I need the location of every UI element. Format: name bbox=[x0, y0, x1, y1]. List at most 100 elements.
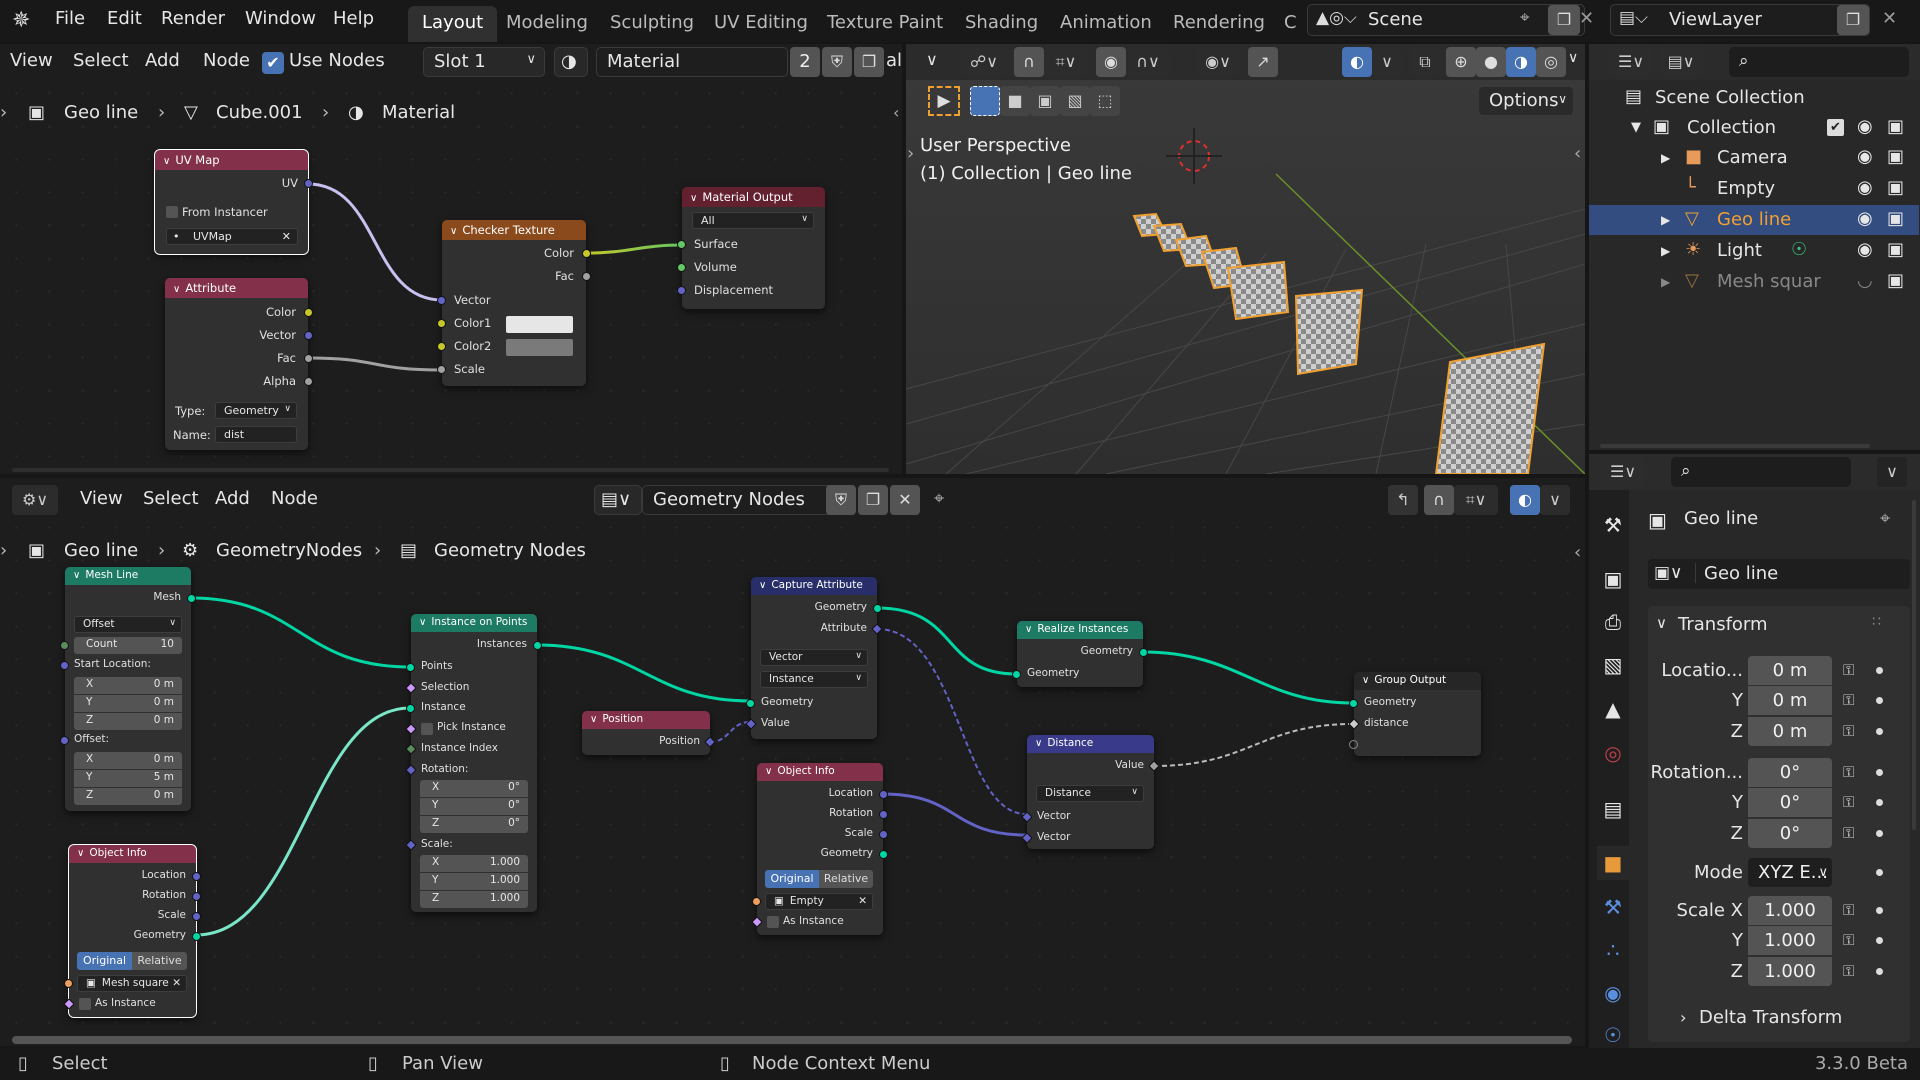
offset-x-field[interactable]: X 0 m bbox=[74, 752, 182, 769]
location-z-field[interactable]: 0 m bbox=[1748, 717, 1832, 746]
collapse-chevron-icon[interactable]: ∨ bbox=[590, 714, 597, 725]
scale-x-field[interactable]: 1.000 bbox=[1748, 896, 1832, 925]
lock-rotation-x-icon[interactable]: ⚿ bbox=[1843, 763, 1854, 781]
collapse-chevron-icon[interactable]: ∨ bbox=[1025, 624, 1032, 635]
socket-geometry-out-dot[interactable] bbox=[1139, 648, 1148, 657]
keyframe-dot-icon[interactable] bbox=[1876, 968, 1883, 975]
view-layer-tab-icon[interactable]: ▧ bbox=[1597, 648, 1629, 682]
socket-geometry-dot[interactable] bbox=[192, 932, 201, 941]
keyframe-dot-icon[interactable] bbox=[1876, 869, 1883, 876]
socket-geometry-out-dot[interactable] bbox=[873, 604, 882, 613]
node-header[interactable]: ∨ Object Info bbox=[757, 763, 883, 781]
properties-search[interactable]: ⌕ bbox=[1671, 457, 1851, 487]
socket-count-dot[interactable] bbox=[60, 641, 69, 650]
collapse-chevron-icon[interactable]: ∨ bbox=[77, 848, 84, 859]
socket-offset-dot[interactable] bbox=[60, 736, 69, 745]
node-position[interactable]: ∨ Position Position bbox=[582, 711, 716, 755]
keyframe-dot-icon[interactable] bbox=[1876, 799, 1883, 806]
socket-object-dot[interactable] bbox=[64, 979, 73, 988]
object-browse-icon[interactable]: ▣∨ bbox=[1654, 563, 1696, 583]
rotation-x-field[interactable]: X 0° bbox=[420, 780, 528, 797]
socket-points-dot[interactable] bbox=[406, 663, 415, 672]
as-instance-checkbox[interactable] bbox=[79, 998, 91, 1010]
socket-geometry-dot[interactable] bbox=[879, 850, 888, 859]
panel-collapse-icon[interactable]: ∨ bbox=[1656, 614, 1667, 632]
keyframe-dot-icon[interactable] bbox=[1876, 769, 1883, 776]
physics-tab-icon[interactable]: ◉ bbox=[1597, 976, 1629, 1010]
start-y-field[interactable]: Y 0 m bbox=[74, 695, 182, 712]
clear-x-icon[interactable]: ✕ bbox=[858, 895, 867, 907]
node-capture-attribute[interactable]: ∨ Capture Attribute Geometry Attribute Ve… bbox=[745, 577, 883, 739]
lock-location-x-icon[interactable]: ⚿ bbox=[1843, 661, 1854, 679]
socket-mesh-dot[interactable] bbox=[187, 594, 196, 603]
node-instance-on-points[interactable]: ∨ Instance on Points Instances Points Sel… bbox=[405, 614, 542, 912]
lock-location-y-icon[interactable]: ⚿ bbox=[1843, 691, 1854, 709]
keyframe-dot-icon[interactable] bbox=[1876, 937, 1883, 944]
keyframe-dot-icon[interactable] bbox=[1876, 907, 1883, 914]
node-header[interactable]: ∨ Object Info bbox=[69, 845, 196, 863]
socket-location-dot[interactable] bbox=[879, 790, 888, 799]
socket-geometry-dot[interactable] bbox=[1349, 699, 1358, 708]
collapse-chevron-icon[interactable]: ∨ bbox=[1362, 675, 1369, 686]
collapse-chevron-icon[interactable]: ∨ bbox=[419, 617, 426, 628]
rotation-z-field[interactable]: Z 0° bbox=[420, 816, 528, 833]
collapse-chevron-icon[interactable]: ∨ bbox=[765, 766, 772, 777]
collapse-chevron-icon[interactable]: ∨ bbox=[759, 580, 766, 591]
count-field[interactable]: Count 10 bbox=[74, 637, 182, 654]
socket-instance-dot[interactable] bbox=[406, 704, 415, 713]
scale-x-field[interactable]: X 1.000 bbox=[420, 855, 528, 872]
geo-hscrollbar[interactable] bbox=[12, 1036, 1572, 1044]
properties-vscrollbar[interactable] bbox=[1912, 500, 1916, 830]
socket-empty-dot[interactable] bbox=[1349, 740, 1358, 749]
original-toggle[interactable]: Original bbox=[765, 870, 819, 888]
data-type-dropdown[interactable]: Vector ∨ bbox=[760, 649, 868, 666]
collapse-chevron-icon[interactable]: ∨ bbox=[1035, 738, 1042, 749]
delta-expand-icon[interactable]: › bbox=[1680, 1008, 1686, 1027]
options-dropdown-icon[interactable]: ∨ bbox=[1877, 457, 1907, 487]
rotation-y-field[interactable]: 0° bbox=[1748, 788, 1832, 817]
original-toggle[interactable]: Original bbox=[77, 952, 132, 970]
as-instance-checkbox[interactable] bbox=[767, 916, 779, 928]
modifier-tab-icon[interactable]: ⚒ bbox=[1597, 890, 1629, 924]
operation-dropdown[interactable]: Distance ∨ bbox=[1036, 785, 1144, 802]
socket-rotation-dot[interactable] bbox=[192, 892, 201, 901]
lock-rotation-z-icon[interactable]: ⚿ bbox=[1843, 824, 1854, 842]
offset-y-field[interactable]: Y 5 m bbox=[74, 770, 182, 787]
node-header[interactable]: ∨ Position bbox=[582, 711, 710, 729]
delta-transform-panel[interactable]: Delta Transform bbox=[1699, 1007, 1842, 1028]
node-distance[interactable]: ∨ Distance Value Distance ∨ Vector Vector bbox=[1021, 735, 1160, 849]
socket-scale-dot[interactable] bbox=[192, 912, 201, 921]
object-field[interactable]: ▣ Empty ✕ bbox=[765, 893, 873, 910]
mode-dropdown[interactable]: Offset ∨ bbox=[74, 616, 182, 633]
relative-toggle[interactable]: Relative bbox=[819, 870, 873, 888]
scale-y-field[interactable]: Y 1.000 bbox=[420, 873, 528, 890]
location-y-field[interactable]: 0 m bbox=[1748, 686, 1832, 715]
node-header[interactable]: ∨ Mesh Line bbox=[65, 567, 191, 585]
object-datablock-field[interactable]: ▣∨ Geo line bbox=[1648, 559, 1910, 589]
keyframe-dot-icon[interactable] bbox=[1876, 667, 1883, 674]
pin-icon[interactable]: ⌖ bbox=[1880, 508, 1890, 529]
drag-handle-icon[interactable]: ∷ bbox=[1872, 614, 1881, 630]
socket-object-dot[interactable] bbox=[752, 897, 761, 906]
render-tab-icon[interactable]: ▣ bbox=[1597, 562, 1629, 596]
keyframe-dot-icon[interactable] bbox=[1876, 728, 1883, 735]
lock-scale-y-icon[interactable]: ⚿ bbox=[1843, 931, 1854, 949]
rotation-mode-dropdown[interactable]: XYZ E... ∨ bbox=[1748, 858, 1832, 887]
scale-z-field[interactable]: 1.000 bbox=[1748, 957, 1832, 986]
domain-dropdown[interactable]: Instance ∨ bbox=[760, 671, 868, 688]
scale-y-field[interactable]: 1.000 bbox=[1748, 926, 1832, 955]
keyframe-dot-icon[interactable] bbox=[1876, 830, 1883, 837]
clear-x-icon[interactable]: ✕ bbox=[172, 977, 181, 989]
socket-start-dot[interactable] bbox=[60, 661, 69, 670]
collection-tab-icon[interactable]: ▤ bbox=[1597, 792, 1629, 826]
lock-scale-z-icon[interactable]: ⚿ bbox=[1843, 962, 1854, 980]
collapse-chevron-icon[interactable]: ∨ bbox=[73, 570, 80, 581]
node-header[interactable]: ∨ Group Output bbox=[1354, 672, 1481, 690]
socket-geometry-in-dot[interactable] bbox=[1012, 670, 1021, 679]
lock-rotation-y-icon[interactable]: ⚿ bbox=[1843, 793, 1854, 811]
object-field[interactable]: ▣ Mesh square ✕ bbox=[77, 975, 187, 992]
rotation-z-field[interactable]: 0° bbox=[1748, 819, 1832, 848]
node-header[interactable]: ∨ Realize Instances bbox=[1017, 621, 1143, 639]
offset-z-field[interactable]: Z 0 m bbox=[74, 788, 182, 805]
socket-rotation-dot[interactable] bbox=[879, 810, 888, 819]
